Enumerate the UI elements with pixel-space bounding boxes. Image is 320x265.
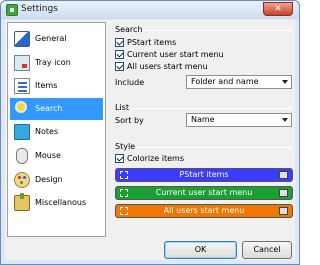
style-group-title: Style — [115, 142, 136, 151]
checkbox-label: PStart items — [127, 37, 177, 47]
dialog-body: General Tray icon Items Search Notes Mou… — [5, 20, 295, 260]
checkbox-label: Current user start menu — [127, 49, 224, 59]
miscellanous-icon — [14, 193, 30, 211]
color-bar-label: All users start menu — [163, 206, 245, 215]
category-list: General Tray icon Items Search Notes Mou… — [7, 22, 106, 237]
nav-item-mouse[interactable]: Mouse — [10, 145, 103, 167]
nav-item-design[interactable]: Design — [10, 169, 103, 191]
option-colorize-items[interactable]: Colorize items — [115, 153, 184, 163]
all-users-start-menu-color-bar[interactable]: All users start menu — [115, 204, 293, 218]
sort-by-select-value: Name — [191, 115, 215, 124]
colorize-items-checkbox[interactable] — [115, 153, 124, 163]
mouse-icon — [16, 148, 28, 164]
list-group-title: List — [115, 103, 129, 112]
checkbox-label: Colorize items — [127, 153, 185, 163]
nav-item-label: Design — [35, 175, 63, 184]
checkbox-label: All users start menu — [127, 61, 208, 71]
cancel-button[interactable]: Cancel — [242, 241, 292, 259]
chevron-down-icon — [282, 118, 288, 122]
chevron-down-icon — [282, 80, 288, 84]
nav-item-label: Search — [35, 104, 63, 113]
color-swatch-icon — [120, 189, 128, 197]
search-icon — [15, 101, 27, 113]
sort-by-label: Sort by — [115, 116, 144, 125]
current-user-start-menu-color-bar[interactable]: Current user start menu — [115, 186, 293, 200]
search-group-title: Search — [115, 25, 143, 34]
nav-item-label: Mouse — [35, 151, 61, 160]
settings-window: Settings ✕ General Tray icon Items Searc… — [0, 0, 300, 265]
option-all-users-start-menu[interactable]: All users start menu — [115, 61, 208, 71]
close-button[interactable]: ✕ — [263, 2, 293, 16]
nav-item-general[interactable]: General — [10, 28, 103, 50]
current-user-start-menu-checkbox[interactable] — [115, 49, 124, 59]
window-title: Settings — [21, 4, 58, 14]
color-picker-button[interactable] — [279, 189, 288, 197]
nav-item-tray-icon[interactable]: Tray icon — [10, 52, 103, 74]
nav-item-notes[interactable]: Notes — [10, 121, 103, 143]
color-bar-label: PStart items — [179, 170, 229, 179]
nav-item-miscellanous[interactable]: Miscellanous — [10, 192, 103, 214]
color-picker-button[interactable] — [279, 207, 288, 215]
notes-icon — [14, 124, 30, 140]
ok-button[interactable]: OK — [164, 241, 237, 259]
pstart-items-color-bar[interactable]: PStart items — [115, 168, 293, 182]
color-bar-label: Current user start menu — [155, 188, 253, 197]
general-icon — [14, 31, 30, 47]
nav-item-label: Miscellanous — [35, 198, 87, 207]
style-group-divider — [136, 147, 292, 148]
search-group-divider — [143, 30, 292, 31]
nav-item-label: Items — [35, 81, 58, 90]
include-label: Include — [115, 78, 145, 87]
list-group-divider — [131, 108, 292, 109]
nav-item-items[interactable]: Items — [10, 75, 103, 97]
color-swatch-icon — [120, 207, 128, 215]
items-icon — [14, 78, 30, 94]
pstart-items-checkbox[interactable] — [115, 37, 124, 47]
nav-item-label: General — [35, 34, 67, 43]
design-icon — [14, 172, 30, 188]
option-current-user-start-menu[interactable]: Current user start menu — [115, 49, 224, 59]
nav-item-label: Notes — [35, 127, 59, 136]
color-picker-button[interactable] — [279, 171, 288, 179]
include-select[interactable]: Folder and name — [186, 75, 292, 89]
nav-item-search[interactable]: Search — [10, 98, 103, 120]
title-bar[interactable]: Settings ✕ — [1, 1, 299, 19]
include-select-value: Folder and name — [191, 77, 259, 86]
nav-item-label: Tray icon — [35, 58, 71, 67]
color-swatch-icon — [120, 171, 128, 179]
app-icon — [6, 4, 18, 16]
all-users-start-menu-checkbox[interactable] — [115, 61, 124, 71]
option-pstart-items[interactable]: PStart items — [115, 37, 176, 47]
tray-icon — [14, 55, 30, 71]
sort-by-select[interactable]: Name — [186, 113, 292, 127]
